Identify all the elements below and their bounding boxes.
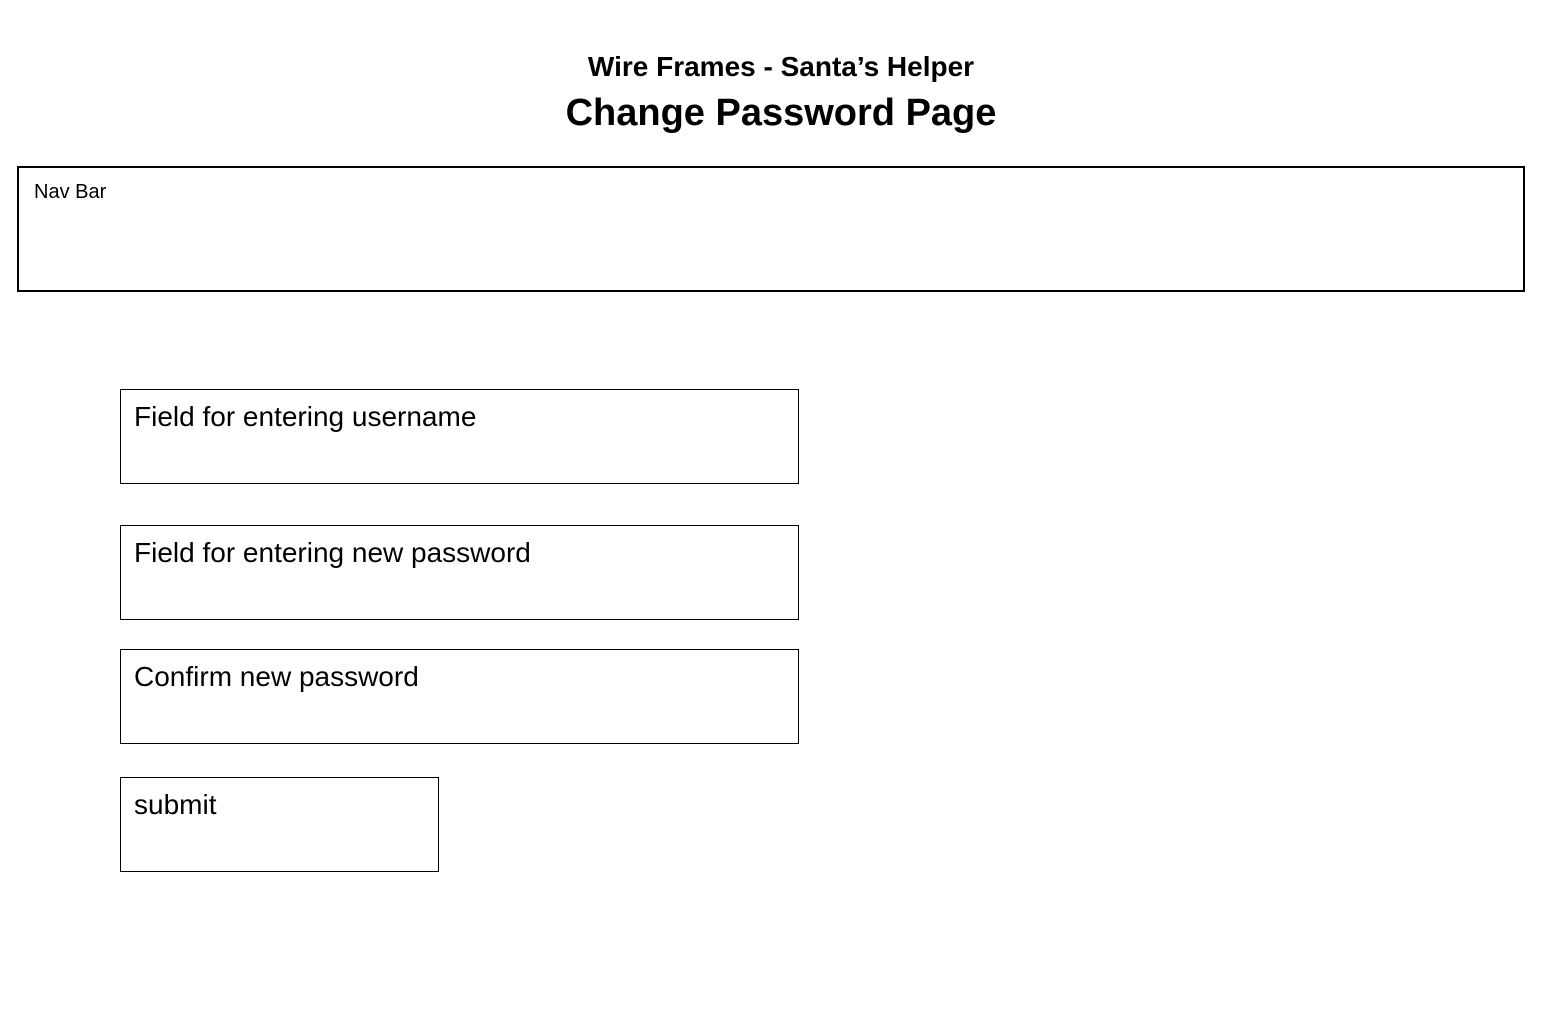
username-field-label: Field for entering username [134,401,477,432]
confirm-password-field-label: Confirm new password [134,661,419,692]
submit-button[interactable]: submit [120,777,439,872]
username-field[interactable]: Field for entering username [120,389,799,484]
new-password-field-label: Field for entering new password [134,537,531,568]
nav-bar-label: Nav Bar [34,181,107,203]
new-password-field[interactable]: Field for entering new password [120,525,799,620]
page-title: Change Password Page [565,92,997,134]
submit-button-label: submit [134,789,217,820]
wireframe-title: Wire Frames - Santa’s Helper [587,51,975,82]
confirm-password-field[interactable]: Confirm new password [120,649,799,744]
nav-bar[interactable]: Nav Bar [17,166,1525,292]
